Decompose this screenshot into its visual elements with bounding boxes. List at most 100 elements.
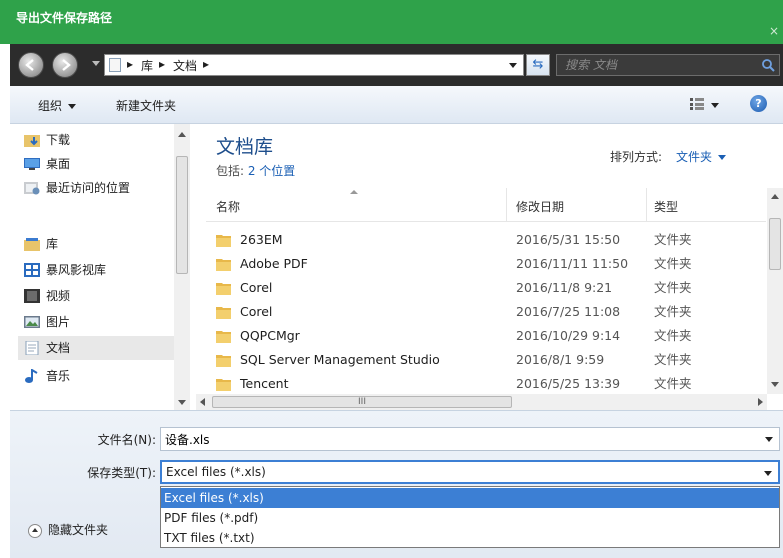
vscroll-thumb[interactable] — [769, 218, 781, 270]
chevron-down-icon[interactable] — [509, 63, 517, 68]
file-row[interactable]: SQL Server Management Studio 2016/8/1 9:… — [206, 348, 766, 372]
library-includes: 包括: 2 个位置 — [216, 162, 295, 179]
breadcrumb-separator[interactable]: ▸ — [203, 57, 209, 71]
file-type-label: 保存类型(T): — [87, 466, 156, 480]
filename-input[interactable] — [165, 431, 745, 447]
arrange-by: 排列方式: 文件夹 — [610, 148, 727, 165]
document-icon — [109, 58, 121, 72]
view-options-icon[interactable] — [690, 98, 704, 110]
new-folder-button[interactable]: 新建文件夹 — [116, 97, 176, 114]
file-name: Corel — [240, 304, 273, 319]
file-modified: 2016/11/8 9:21 — [516, 280, 613, 295]
organize-label: 组织 — [38, 99, 63, 113]
chevron-down-icon[interactable] — [718, 155, 727, 160]
forward-button[interactable] — [52, 52, 78, 78]
refresh-icon: ⇆ — [532, 57, 544, 72]
chevron-down-icon[interactable] — [764, 471, 772, 476]
nav-scroll-thumb[interactable] — [176, 156, 188, 274]
file-name: 263EM — [240, 232, 283, 247]
includes-label: 包括: — [216, 164, 248, 178]
scroll-right-icon[interactable] — [758, 398, 763, 406]
window-title: 导出文件保存路径 — [16, 11, 113, 25]
nav-item-documents[interactable]: 文档 — [18, 336, 178, 360]
breadcrumb-separator[interactable]: ▸ — [159, 57, 165, 71]
column-divider[interactable] — [506, 188, 507, 222]
file-modified: 2016/5/31 15:50 — [516, 232, 621, 247]
search-input[interactable] — [565, 57, 745, 73]
navigation-pane: 下载 桌面 最近访问的位置 库 暴风影视库 视频 图片 文档 音乐 — [10, 124, 190, 410]
scroll-down-icon[interactable] — [771, 382, 779, 387]
file-type: 文件夹 — [654, 352, 692, 367]
file-type: 文件夹 — [654, 376, 692, 391]
file-row[interactable]: 263EM 2016/5/31 15:50 文件夹 — [206, 228, 766, 252]
filename-label: 文件名(N): — [97, 433, 156, 447]
recent-pages-dropdown[interactable] — [92, 61, 100, 66]
nav-scrollbar[interactable] — [174, 124, 190, 410]
nav-item-desktop[interactable]: 桌面 — [20, 152, 178, 176]
scroll-up-icon[interactable] — [178, 132, 186, 137]
file-name: SQL Server Management Studio — [240, 352, 440, 367]
file-type-option[interactable]: TXT files (*.txt) — [161, 528, 779, 548]
scroll-left-icon[interactable] — [200, 398, 205, 406]
organize-button[interactable]: 组织 — [38, 97, 77, 114]
search-icon[interactable] — [761, 58, 775, 72]
file-list-pane: 文档库 包括: 2 个位置 排列方式: 文件夹 名称 修改日期 类型 263EM … — [190, 124, 783, 410]
chevron-down-icon — [68, 104, 77, 109]
nav-item-library[interactable]: 库 — [20, 232, 178, 256]
file-row[interactable]: QQPCMgr 2016/10/29 9:14 文件夹 — [206, 324, 766, 348]
folder-icon — [216, 235, 231, 247]
file-type: 文件夹 — [654, 328, 692, 343]
column-divider[interactable] — [646, 188, 647, 222]
column-header-modified[interactable]: 修改日期 — [516, 198, 564, 215]
scroll-down-icon[interactable] — [178, 400, 186, 405]
file-type-dropdown-list: Excel files (*.xls) PDF files (*.pdf) TX… — [160, 486, 780, 548]
file-list-hscrollbar[interactable]: III — [196, 394, 767, 410]
nav-item-downloads[interactable]: 下载 — [20, 128, 178, 152]
filename-combobox[interactable] — [160, 427, 780, 451]
file-row[interactable]: Corel 2016/7/25 11:08 文件夹 — [206, 300, 766, 324]
back-arrow-icon — [25, 59, 34, 71]
search-box[interactable] — [556, 54, 780, 76]
breadcrumb-library[interactable]: 库 — [141, 57, 153, 74]
video-library-icon — [24, 263, 40, 277]
file-type-option[interactable]: PDF files (*.pdf) — [161, 508, 779, 528]
nav-item-pictures[interactable]: 图片 — [20, 310, 178, 334]
nav-item-music[interactable]: 音乐 — [20, 364, 178, 388]
refresh-button[interactable]: ⇆ — [526, 54, 550, 76]
pictures-icon — [24, 316, 40, 328]
file-row[interactable]: Adobe PDF 2016/11/11 11:50 文件夹 — [206, 252, 766, 276]
breadcrumb[interactable]: ▸ 库 ▸ 文档 ▸ — [104, 54, 524, 76]
column-header-type[interactable]: 类型 — [654, 198, 678, 215]
file-list: 263EM 2016/5/31 15:50 文件夹 Adobe PDF 2016… — [206, 228, 766, 396]
close-button[interactable]: × — [769, 24, 779, 38]
file-modified: 2016/8/1 9:59 — [516, 352, 605, 367]
hscroll-thumb[interactable]: III — [212, 396, 512, 408]
view-dropdown-icon[interactable] — [711, 103, 719, 108]
hide-folders-button[interactable]: 隐藏文件夹 — [28, 521, 108, 538]
scroll-up-icon[interactable] — [771, 194, 779, 199]
file-row[interactable]: Corel 2016/11/8 9:21 文件夹 — [206, 276, 766, 300]
nav-item-video-library[interactable]: 暴风影视库 — [20, 258, 178, 282]
nav-item-recent-places[interactable]: 最近访问的位置 — [20, 176, 178, 200]
help-icon[interactable]: ? — [750, 95, 767, 112]
includes-locations-link[interactable]: 2 个位置 — [248, 164, 295, 178]
library-icon — [24, 238, 40, 251]
file-name: Corel — [240, 280, 273, 295]
file-type-selected: Excel files (*.xls) — [166, 465, 266, 479]
column-header-name[interactable]: 名称 — [216, 198, 240, 215]
folder-icon — [216, 259, 231, 271]
breadcrumb-documents[interactable]: 文档 — [173, 57, 197, 74]
file-type-select[interactable]: Excel files (*.xls) — [160, 460, 780, 484]
file-row[interactable]: Tencent 2016/5/25 13:39 文件夹 — [206, 372, 766, 396]
file-type-option[interactable]: Excel files (*.xls) — [161, 488, 779, 508]
nav-item-videos[interactable]: 视频 — [20, 284, 178, 308]
file-name: Tencent — [240, 376, 289, 391]
file-type: 文件夹 — [654, 280, 692, 295]
chevron-down-icon[interactable] — [765, 437, 773, 442]
documents-icon — [25, 341, 39, 355]
breadcrumb-separator[interactable]: ▸ — [127, 57, 133, 71]
arrange-by-value[interactable]: 文件夹 — [676, 150, 712, 164]
back-button[interactable] — [18, 52, 44, 78]
title-bar: 导出文件保存路径 × — [0, 0, 783, 44]
file-list-vscrollbar[interactable] — [767, 188, 783, 394]
